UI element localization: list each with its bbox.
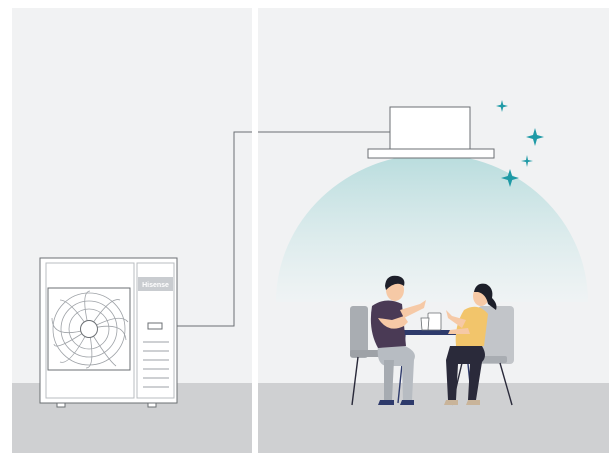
ac-installation-illustration: Hisense <box>0 0 609 457</box>
water-jug <box>427 312 442 331</box>
unit-foot-left <box>56 402 66 408</box>
scene-divider <box>252 8 258 453</box>
brand-label: Hisense <box>142 282 169 289</box>
service-port <box>147 322 163 330</box>
indoor-floor <box>258 383 609 453</box>
cup <box>420 317 430 331</box>
fan-grille <box>47 287 131 371</box>
unit-foot-right <box>147 402 157 408</box>
outdoor-ac-unit: Hisense <box>39 257 178 408</box>
